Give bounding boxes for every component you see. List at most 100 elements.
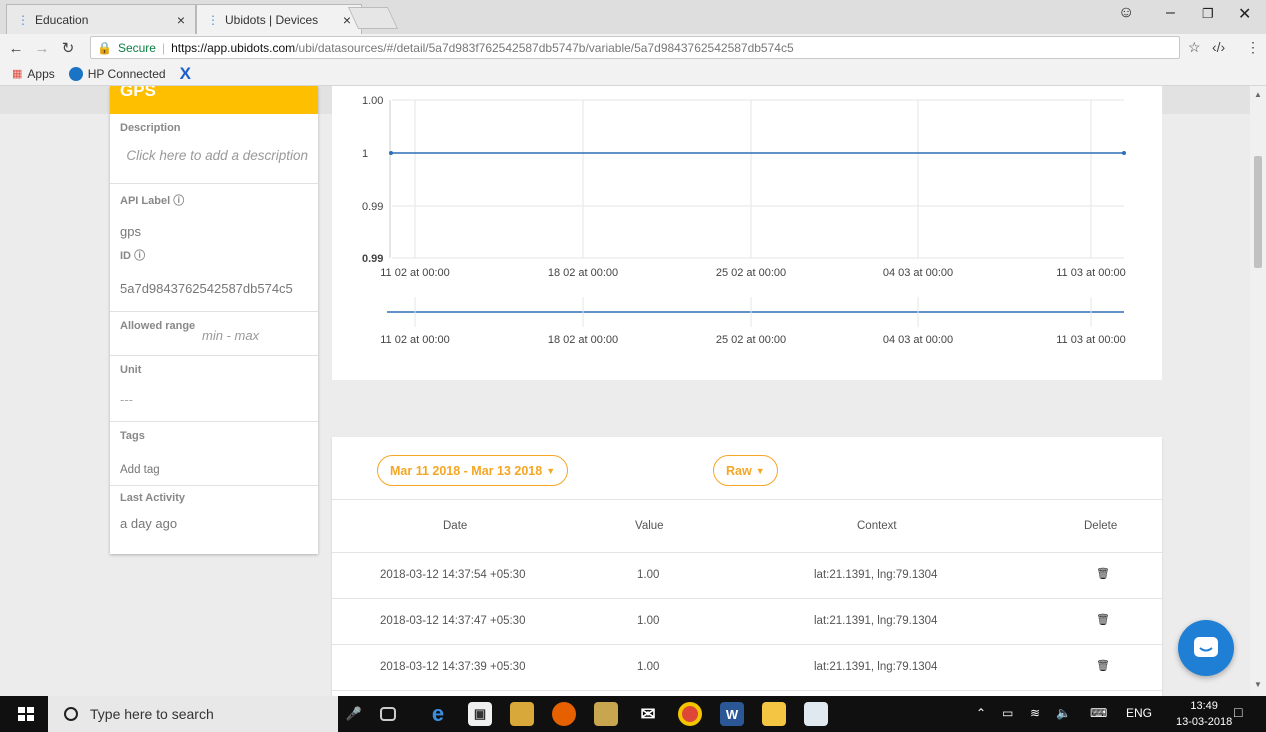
edge-icon[interactable]: e <box>426 701 450 726</box>
id-value: 5a7d9843762542587db574c5 <box>120 281 293 296</box>
tray-chevron-up-icon[interactable]: ⌃ <box>976 706 986 720</box>
tab-education[interactable]: ⋮ Education × <box>6 4 196 34</box>
hp-logo-icon <box>68 66 83 81</box>
description-label: Description <box>120 122 181 134</box>
word-icon[interactable]: W <box>720 702 744 726</box>
ubidots-favicon-icon: ⋮ <box>207 12 219 27</box>
task-view-icon[interactable] <box>380 707 396 721</box>
tab-ubidots-devices[interactable]: ⋮ Ubidots | Devices × <box>196 4 362 34</box>
bookmark-star-icon[interactable]: ☆ <box>1188 39 1201 56</box>
clock-time: 13:49 <box>1190 700 1218 712</box>
firefox-icon[interactable] <box>552 702 576 726</box>
last-activity-label: Last Activity <box>120 492 186 504</box>
keyboard-icon[interactable]: ⌨ <box>1090 706 1107 720</box>
scrollbar-thumb[interactable] <box>1254 156 1262 268</box>
chat-widget-button[interactable] <box>1178 620 1234 676</box>
app-icon[interactable] <box>594 702 618 726</box>
info-icon[interactable]: ⓘ <box>134 250 145 262</box>
row-value: 1.00 <box>637 615 660 627</box>
x-tick-label: 04 03 at 00:00 <box>883 267 953 279</box>
caret-down-icon: ▼ <box>755 465 765 476</box>
close-window-icon[interactable]: ✕ <box>1238 4 1251 24</box>
unit-field[interactable]: --- <box>120 392 308 407</box>
profile-icon[interactable]: ☺ <box>1118 4 1134 22</box>
x-tick-label: 18 02 at 00:00 <box>548 267 618 279</box>
file-explorer-icon[interactable] <box>762 702 786 726</box>
tab-title: Ubidots | Devices <box>225 12 319 27</box>
photos-icon[interactable] <box>804 702 828 726</box>
minimize-icon[interactable]: – <box>1166 4 1175 22</box>
clock[interactable]: 13:49 13-03-2018 <box>1176 698 1232 730</box>
app-icon[interactable] <box>510 702 534 726</box>
column-header-date: Date <box>443 520 468 532</box>
trash-icon[interactable]: 🗑 <box>1096 567 1110 580</box>
mode-dropdown[interactable]: Raw ▼ <box>713 455 778 486</box>
allowed-range-section: Allowed range min - max <box>110 312 318 356</box>
bookmark-apps[interactable]: ▦ Apps <box>12 67 55 81</box>
url-host: https://app.ubidots.com <box>171 40 296 55</box>
caret-down-icon: ▼ <box>546 465 556 476</box>
allowed-range-field[interactable]: min - max <box>202 328 259 343</box>
description-section: Description Click here to add a descript… <box>110 114 318 184</box>
scroll-up-icon[interactable]: ▲ <box>1254 90 1262 99</box>
info-icon[interactable]: ⓘ <box>173 195 184 207</box>
restore-icon[interactable]: ❐ <box>1202 6 1214 22</box>
id-label-text: ID <box>120 250 131 262</box>
forward-icon[interactable]: → <box>32 40 52 57</box>
tags-label: Tags <box>120 430 145 442</box>
reload-icon[interactable]: ↻ <box>58 39 78 57</box>
table-row: 2018-03-12 14:37:39 +05:30 1.00 lat:21.1… <box>332 645 1162 691</box>
table-row: 2018-03-12 14:37:54 +05:30 1.00 lat:21.1… <box>332 553 1162 599</box>
url-separator: | <box>161 40 166 55</box>
wifi-icon[interactable]: ≋ <box>1030 706 1040 720</box>
code-extension-icon[interactable]: ‹/› <box>1212 39 1225 55</box>
api-label-section: API Label ⓘ gps ID ⓘ 5a7d9843762542587db… <box>110 184 318 312</box>
data-point <box>1122 151 1126 155</box>
chrome-icon[interactable] <box>678 702 702 726</box>
add-tag-field[interactable]: Add tag <box>120 464 308 476</box>
url-path: /ubi/datasources/#/detail/5a7d983f762542… <box>295 40 794 55</box>
language-indicator[interactable]: ENG <box>1126 706 1152 720</box>
navigator-tick-label: 11 03 at 00:00 <box>1056 334 1126 346</box>
api-label-value[interactable]: gps <box>120 224 308 239</box>
windows-start-icon[interactable] <box>18 707 34 721</box>
page-scrollbar[interactable]: ▲ ▼ <box>1250 86 1266 696</box>
line-chart[interactable]: 1.00 1 0.99 0.99 11 02 at 00:00 18 02 at 00:0… <box>332 86 1162 380</box>
microphone-icon[interactable]: 🎤 <box>342 702 366 726</box>
row-context: lat:21.1391, lng:79.1304 <box>814 569 938 581</box>
y-tick-label: 1.00 <box>362 95 383 107</box>
apps-grid-icon: ▦ <box>12 68 23 80</box>
trash-icon[interactable]: 🗑 <box>1096 659 1110 672</box>
last-activity-value: a day ago <box>120 516 178 531</box>
mail-icon[interactable]: ✉ <box>636 702 660 726</box>
api-label-text: API Label <box>120 195 171 207</box>
close-tab-icon[interactable]: × <box>177 12 185 28</box>
close-tab-icon[interactable]: × <box>343 12 351 28</box>
unit-section: Unit --- <box>110 356 318 422</box>
store-icon[interactable]: ▣ <box>468 702 492 726</box>
back-icon[interactable]: ← <box>6 40 26 57</box>
scroll-down-icon[interactable]: ▼ <box>1254 680 1262 689</box>
description-field[interactable]: Click here to add a description <box>120 148 308 163</box>
column-header-delete: Delete <box>1084 520 1118 532</box>
secure-label: Secure <box>117 40 156 55</box>
unit-label: Unit <box>120 364 142 376</box>
menu-icon[interactable]: ⋮ <box>1246 39 1260 56</box>
bookmark-x[interactable]: X <box>180 64 191 84</box>
bookmark-hp-connected[interactable]: HP Connected <box>68 66 166 81</box>
cortana-icon <box>64 707 78 721</box>
bookmarks-bar: ▦ Apps HP Connected X <box>0 62 1266 86</box>
row-date: 2018-03-12 14:37:39 +05:30 <box>380 661 526 673</box>
url-field[interactable]: 🔒 Secure | https://app.ubidots.com /ubi/… <box>90 36 1180 59</box>
taskbar-search[interactable]: Type here to search <box>48 696 338 732</box>
battery-icon[interactable]: ▭ <box>1002 706 1013 720</box>
last-activity-section: Last Activity a day ago <box>110 486 318 537</box>
navigator-tick-label: 25 02 at 00:00 <box>716 334 786 346</box>
volume-icon[interactable]: 🔈 <box>1056 706 1071 720</box>
trash-icon[interactable]: 🗑 <box>1096 613 1110 626</box>
x-tick-label: 25 02 at 00:00 <box>716 267 786 279</box>
notifications-icon[interactable]: □ <box>1234 704 1242 720</box>
table-row: 2018-03-12 14:37:47 +05:30 1.00 lat:21.1… <box>332 599 1162 645</box>
date-range-dropdown[interactable]: Mar 11 2018 - Mar 13 2018 ▼ <box>377 455 569 486</box>
table-header: Date Value Context Delete <box>332 499 1162 553</box>
